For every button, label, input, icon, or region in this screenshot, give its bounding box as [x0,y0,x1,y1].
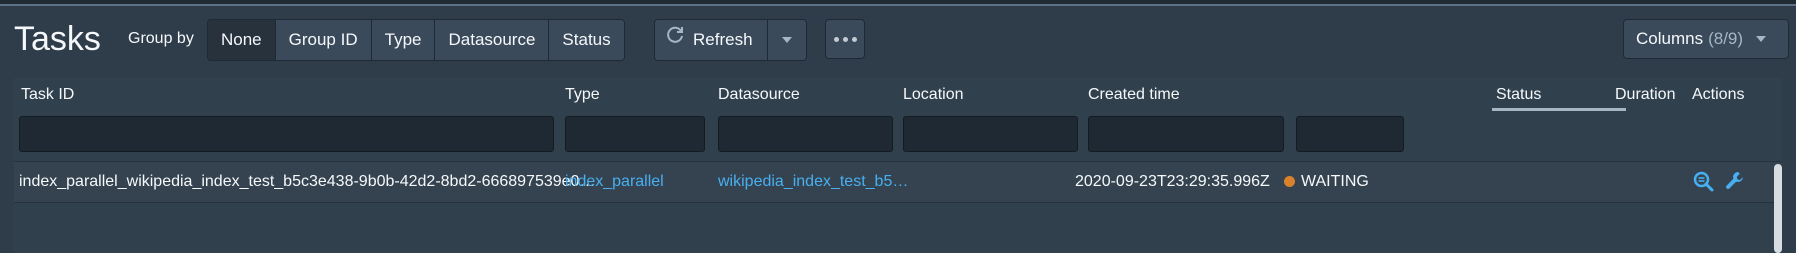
group-by-none-button[interactable]: None [208,20,276,60]
datasource-link[interactable]: wikipedia_index_test_b5… [718,173,908,191]
column-header-type[interactable]: Type [565,86,600,104]
type-link[interactable]: index_parallel [565,173,664,191]
column-header-status[interactable]: Status [1496,86,1541,104]
caret-down-icon [781,37,792,43]
actions-cell [1692,170,1746,197]
columns-label: Columns [1636,29,1704,48]
tasks-table: Task ID Type Datasource Location Created… [14,78,1782,253]
type-filter-input[interactable] [565,116,705,152]
task-id-filter-input[interactable] [19,116,554,152]
location-filter-input[interactable] [903,116,1078,152]
page-title: Tasks [14,20,101,58]
created-time-filter-input[interactable] [1088,116,1284,152]
datasource-filter-input[interactable] [718,116,893,152]
created-time-cell: 2020-09-23T23:29:35.996Z [1075,173,1270,190]
columns-count: (8/9) [1708,29,1744,48]
refresh-label: Refresh [693,30,753,49]
task-id-cell: index_parallel_wikipedia_index_test_b5c3… [19,173,596,190]
group-by-button-group: None Group ID Type Datasource Status [207,19,625,61]
column-header-task-id[interactable]: Task ID [21,86,74,104]
wrench-icon[interactable] [1724,170,1746,192]
refresh-button-group: Refresh [654,19,807,61]
refresh-options-button[interactable] [767,20,806,60]
status-dot [1284,176,1295,187]
group-by-type-button[interactable]: Type [371,20,436,60]
vertical-scrollbar[interactable] [1774,164,1782,253]
group-by-status-button[interactable]: Status [549,20,624,60]
more-options-button[interactable] [825,19,865,59]
table-row[interactable]: index_parallel_wikipedia_index_test_b5c3… [14,161,1782,203]
column-header-duration[interactable]: Duration [1615,86,1675,104]
top-accent-line [0,4,1796,6]
group-by-label: Group by [128,30,194,47]
more-icon [833,36,839,42]
columns-button[interactable]: Columns (8/9) [1623,19,1789,59]
column-header-actions: Actions [1692,86,1745,103]
column-header-created-time[interactable]: Created time [1088,86,1180,104]
sort-indicator [1492,108,1626,111]
status-cell: WAITING [1284,173,1369,191]
caret-down-icon [1756,36,1767,42]
status-label: WAITING [1301,173,1369,190]
tasks-toolbar: Tasks Group by None Group ID Type Dataso… [0,14,1796,64]
inspect-icon[interactable] [1692,170,1714,192]
status-filter-input[interactable] [1296,116,1404,152]
group-by-group-id-button[interactable]: Group ID [275,20,372,60]
column-header-datasource[interactable]: Datasource [718,86,800,104]
refresh-icon [665,20,685,60]
refresh-button[interactable]: Refresh [655,20,768,60]
column-header-location[interactable]: Location [903,86,964,104]
group-by-datasource-button[interactable]: Datasource [435,20,550,60]
